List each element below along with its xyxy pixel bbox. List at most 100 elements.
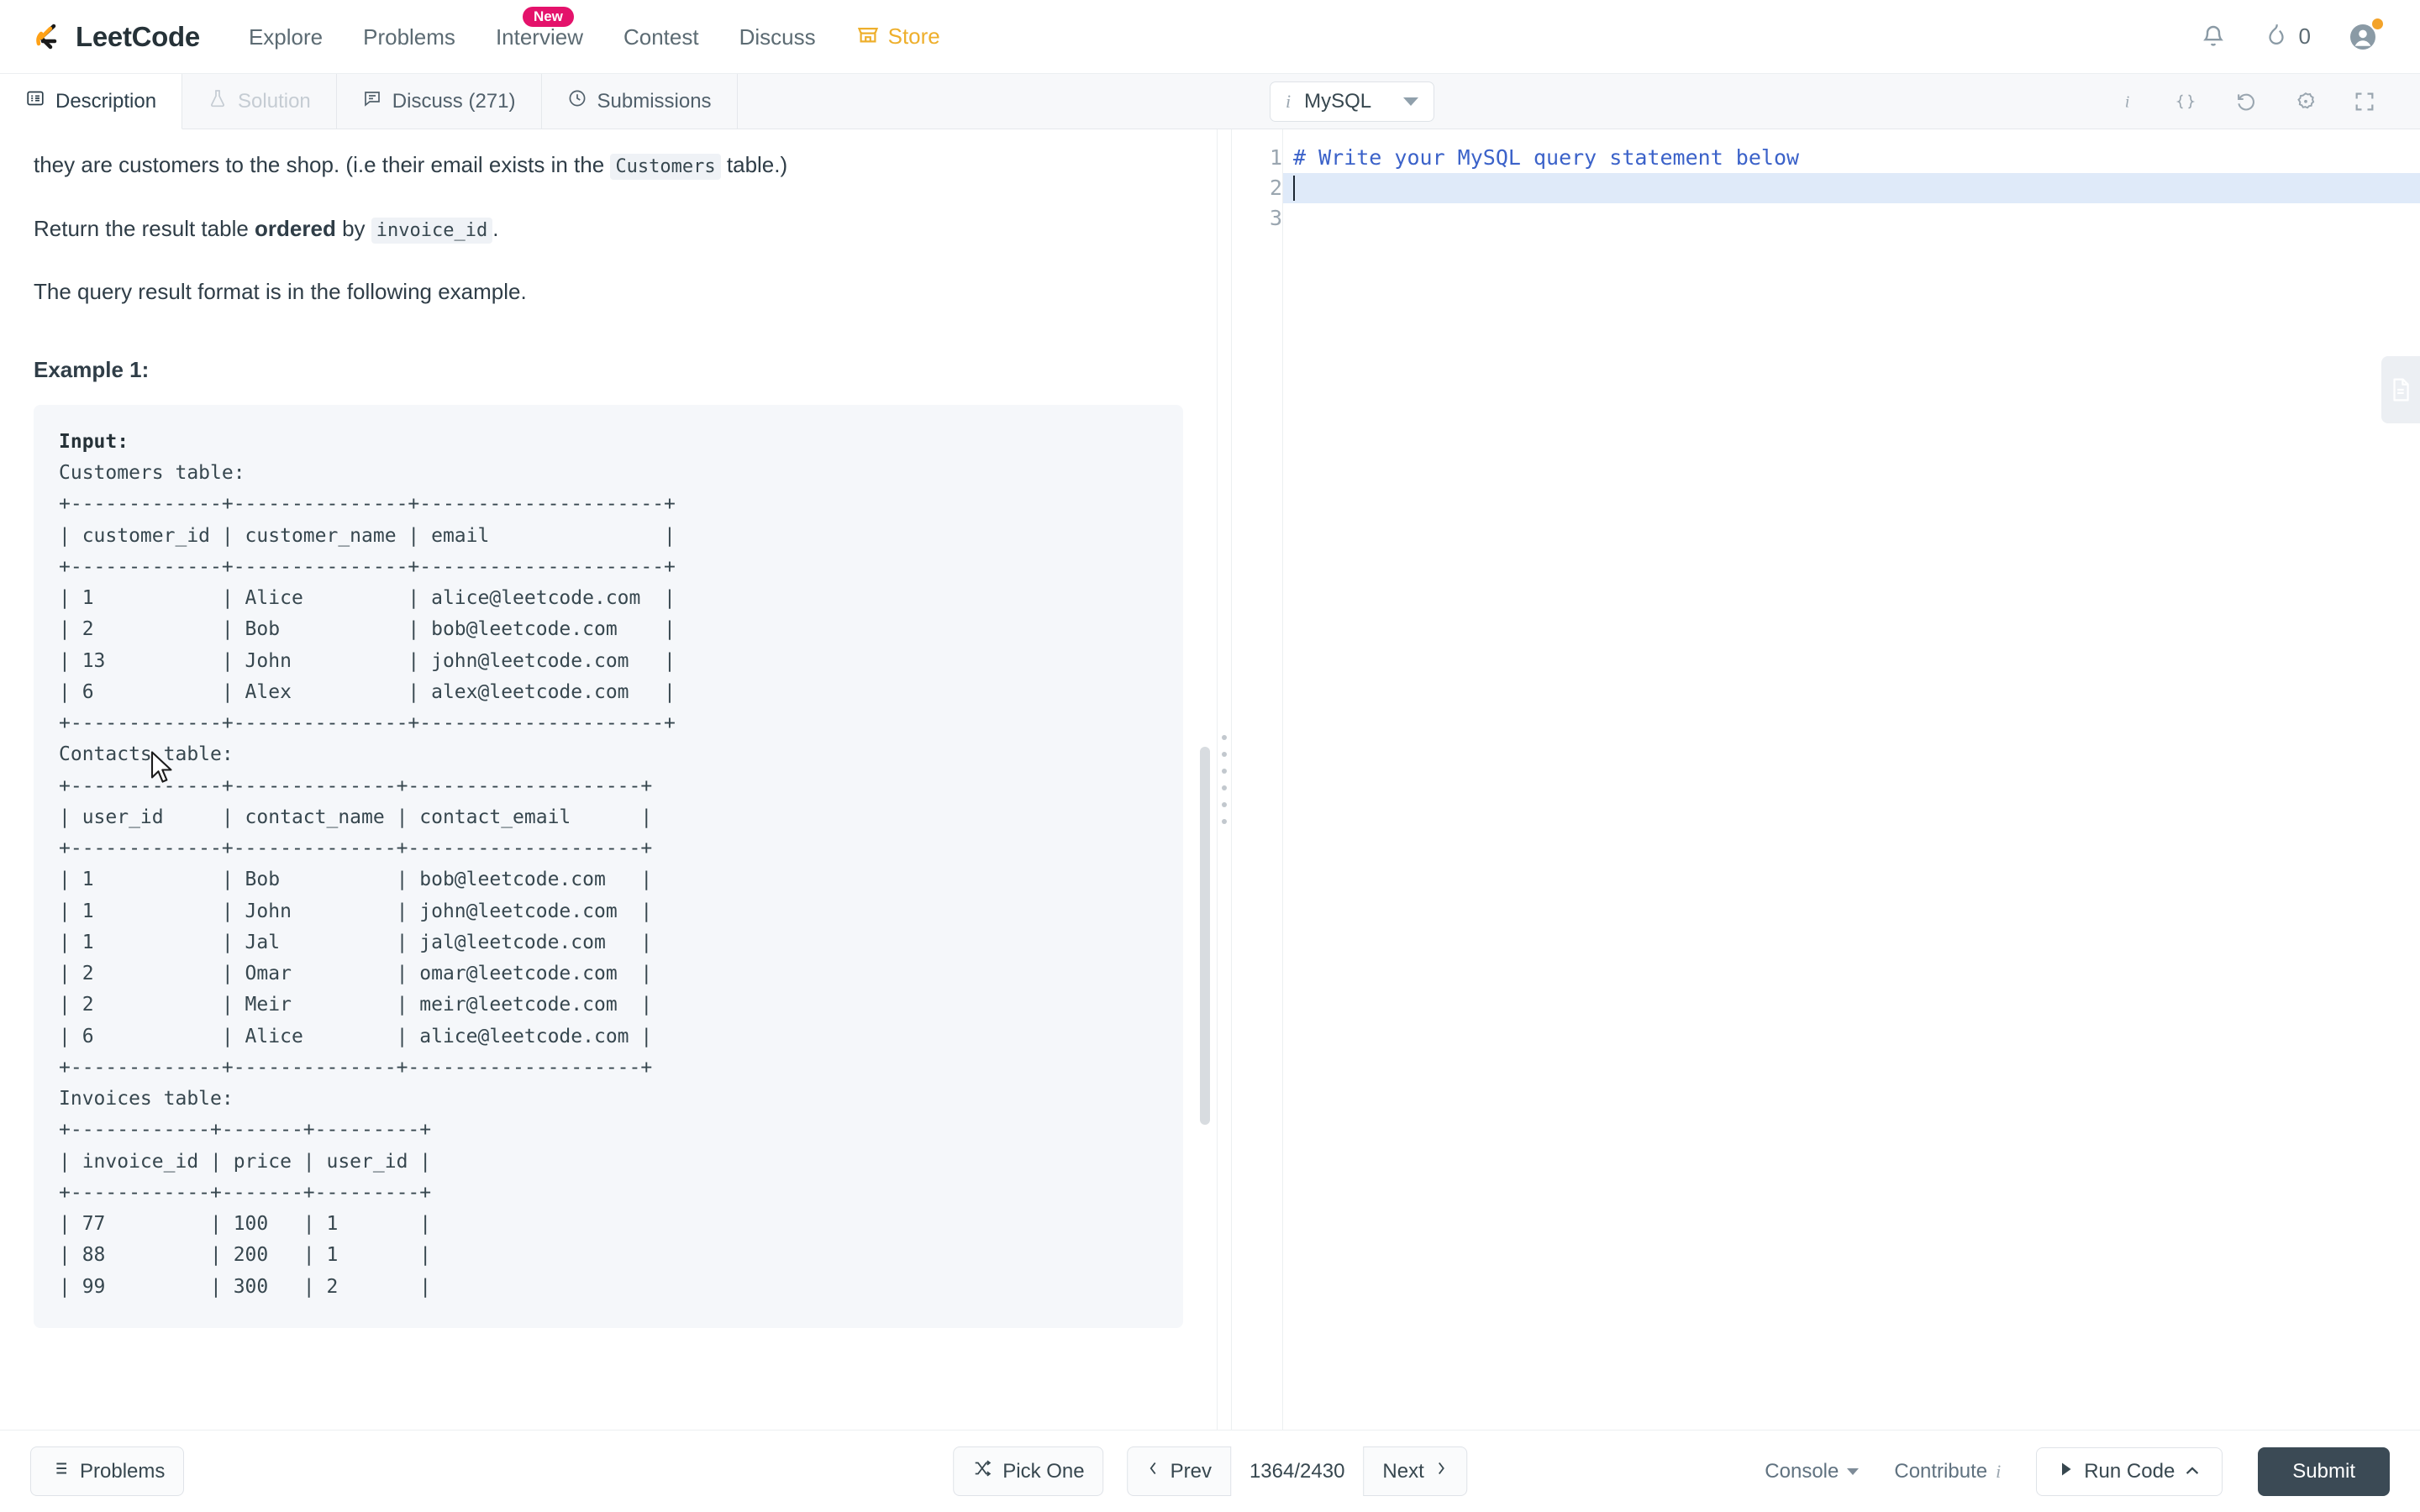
code-line-2[interactable]: [1283, 173, 2420, 203]
description-paragraph-1: they are customers to the shop. (i.e the…: [34, 148, 1183, 183]
pick-one-button[interactable]: Pick One: [953, 1446, 1104, 1496]
bottom-center-controls: Pick One Prev 1364/2430 Next: [953, 1446, 1467, 1496]
clock-icon: [567, 88, 587, 114]
description-pane-tabs: Description Solution Discuss (271) Submi…: [0, 74, 1229, 129]
description-content: they are customers to the shop. (i.e the…: [0, 148, 1217, 1430]
console-toggle-label: Console: [1765, 1459, 1839, 1483]
main-nav-links: Explore Problems Interview New Contest D…: [229, 0, 960, 74]
play-icon: [2059, 1460, 2074, 1483]
nav-link-interview[interactable]: Interview New: [476, 0, 603, 74]
leetcode-logo-icon: [29, 18, 66, 55]
navbar-right-actions: 0: [2200, 16, 2391, 52]
console-toggle[interactable]: Console: [1765, 1459, 1860, 1483]
info-icon[interactable]: i: [2116, 91, 2138, 113]
info-italic-icon: i: [1286, 90, 1292, 112]
tab-submissions[interactable]: Submissions: [542, 74, 738, 129]
line-number: 3: [1269, 206, 1282, 230]
brand-name: LeetCode: [76, 20, 200, 52]
bottom-right-controls: Console Contribute i Run Code Submit: [1765, 1446, 2390, 1496]
splitter-dot: [1222, 735, 1227, 740]
splitter-dots: [1222, 735, 1227, 824]
panel-tab-row: Description Solution Discuss (271) Submi…: [0, 74, 2420, 129]
splitter-dot: [1222, 802, 1227, 807]
paragraph-1-pre: they are customers to the shop. (i.e the…: [34, 152, 611, 177]
flame-icon: [2264, 21, 2289, 52]
description-pane: they are customers to the shop. (i.e the…: [0, 129, 1217, 1430]
list-icon: [50, 1458, 70, 1484]
example-1-tables: Customers table: +-------------+--------…: [59, 462, 676, 1298]
language-selector-value: MySQL: [1304, 89, 1372, 113]
tab-solution[interactable]: Solution: [182, 74, 337, 129]
editor-pane-toolbar: i MySQL i: [1229, 74, 2420, 129]
nav-link-discuss[interactable]: Discuss: [719, 0, 836, 74]
pane-splitter-handle[interactable]: [1217, 129, 1232, 1430]
paragraph-2-post: .: [492, 215, 499, 241]
settings-gear-icon[interactable]: [2294, 90, 2317, 113]
code-editor-pane[interactable]: 1 2 3 # Write your MySQL query statement…: [1232, 129, 2420, 1430]
paragraph-1-post: table.): [720, 152, 788, 177]
tab-description-label: Description: [55, 89, 157, 113]
top-navbar: LeetCode Explore Problems Interview New …: [0, 0, 2420, 74]
main-split-container: they are customers to the shop. (i.e the…: [0, 129, 2420, 1430]
format-braces-icon[interactable]: [2173, 91, 2198, 113]
nav-link-explore[interactable]: Explore: [229, 0, 343, 74]
language-selector[interactable]: i MySQL: [1270, 81, 1435, 122]
description-paragraph-3: The query result format is in the follow…: [34, 279, 527, 305]
next-problem-label: Next: [1382, 1459, 1424, 1483]
avatar-status-dot: [2370, 16, 2385, 31]
run-code-button-label: Run Code: [2084, 1459, 2175, 1483]
inline-code-invoice-id: invoice_id: [371, 217, 493, 244]
reset-undo-icon[interactable]: [2233, 90, 2259, 113]
next-problem-button[interactable]: Next: [1363, 1446, 1467, 1496]
store-icon: [856, 22, 880, 51]
bottom-toolbar: Problems Pick One Prev 1364/2430 Next Co…: [0, 1430, 2420, 1512]
tab-discuss[interactable]: Discuss (271): [337, 74, 542, 129]
chevron-down-icon: [1847, 1467, 1860, 1475]
streak-counter[interactable]: 0: [2264, 21, 2311, 52]
tab-discuss-label: Discuss (271): [392, 89, 516, 113]
contribute-link[interactable]: Contribute i: [1894, 1460, 2001, 1483]
tab-solution-label: Solution: [238, 89, 311, 113]
chevron-down-icon: [1403, 97, 1419, 106]
user-avatar-icon[interactable]: [2348, 16, 2385, 52]
run-code-button[interactable]: Run Code: [2036, 1446, 2223, 1496]
svg-text:i: i: [2125, 93, 2129, 111]
description-scrollbar-thumb[interactable]: [1200, 747, 1210, 1125]
prev-problem-button[interactable]: Prev: [1127, 1446, 1231, 1496]
prev-problem-label: Prev: [1170, 1459, 1212, 1483]
notification-bell-icon[interactable]: [2200, 24, 2227, 50]
line-number: 2: [1269, 176, 1282, 200]
nav-link-problems[interactable]: Problems: [343, 0, 476, 74]
line-number: 1: [1269, 145, 1282, 170]
nav-link-store[interactable]: Store: [836, 22, 960, 51]
new-badge: New: [522, 6, 574, 27]
note-document-icon[interactable]: [2381, 356, 2420, 423]
submit-button[interactable]: Submit: [2258, 1446, 2390, 1496]
code-line-1[interactable]: # Write your MySQL query statement below: [1283, 143, 2420, 173]
leetcode-logo-home-link[interactable]: LeetCode: [29, 18, 200, 55]
chevron-right-icon: [1434, 1458, 1448, 1484]
paragraph-2-mid: by: [335, 215, 371, 241]
nav-link-contest[interactable]: Contest: [603, 0, 719, 74]
shuffle-icon: [972, 1458, 992, 1484]
splitter-dot: [1222, 752, 1227, 757]
tab-description[interactable]: Description: [0, 74, 183, 129]
problems-button[interactable]: Problems: [30, 1446, 185, 1496]
nav-link-store-label: Store: [887, 24, 940, 49]
code-area: 1 2 3 # Write your MySQL query statement…: [1232, 129, 2420, 1430]
fullscreen-icon[interactable]: [2353, 90, 2376, 113]
code-lines[interactable]: # Write your MySQL query statement below: [1282, 129, 2420, 1430]
info-italic-icon: i: [1996, 1460, 2002, 1482]
chevron-up-icon: [2185, 1460, 2200, 1483]
splitter-dot: [1222, 785, 1227, 790]
line-number-gutter: 1 2 3: [1232, 129, 1282, 1430]
editor-tool-icons: i: [2116, 90, 2396, 113]
example-1-title: Example 1:: [34, 356, 150, 382]
flask-icon: [208, 88, 228, 114]
comment-icon: [362, 88, 382, 114]
leetcode-problem-page: LeetCode Explore Problems Interview New …: [0, 0, 2420, 1512]
paragraph-2-bold: ordered: [255, 215, 336, 241]
pick-one-button-label: Pick One: [1002, 1459, 1085, 1483]
text-caret: [1293, 176, 1295, 201]
tab-submissions-label: Submissions: [597, 89, 712, 113]
